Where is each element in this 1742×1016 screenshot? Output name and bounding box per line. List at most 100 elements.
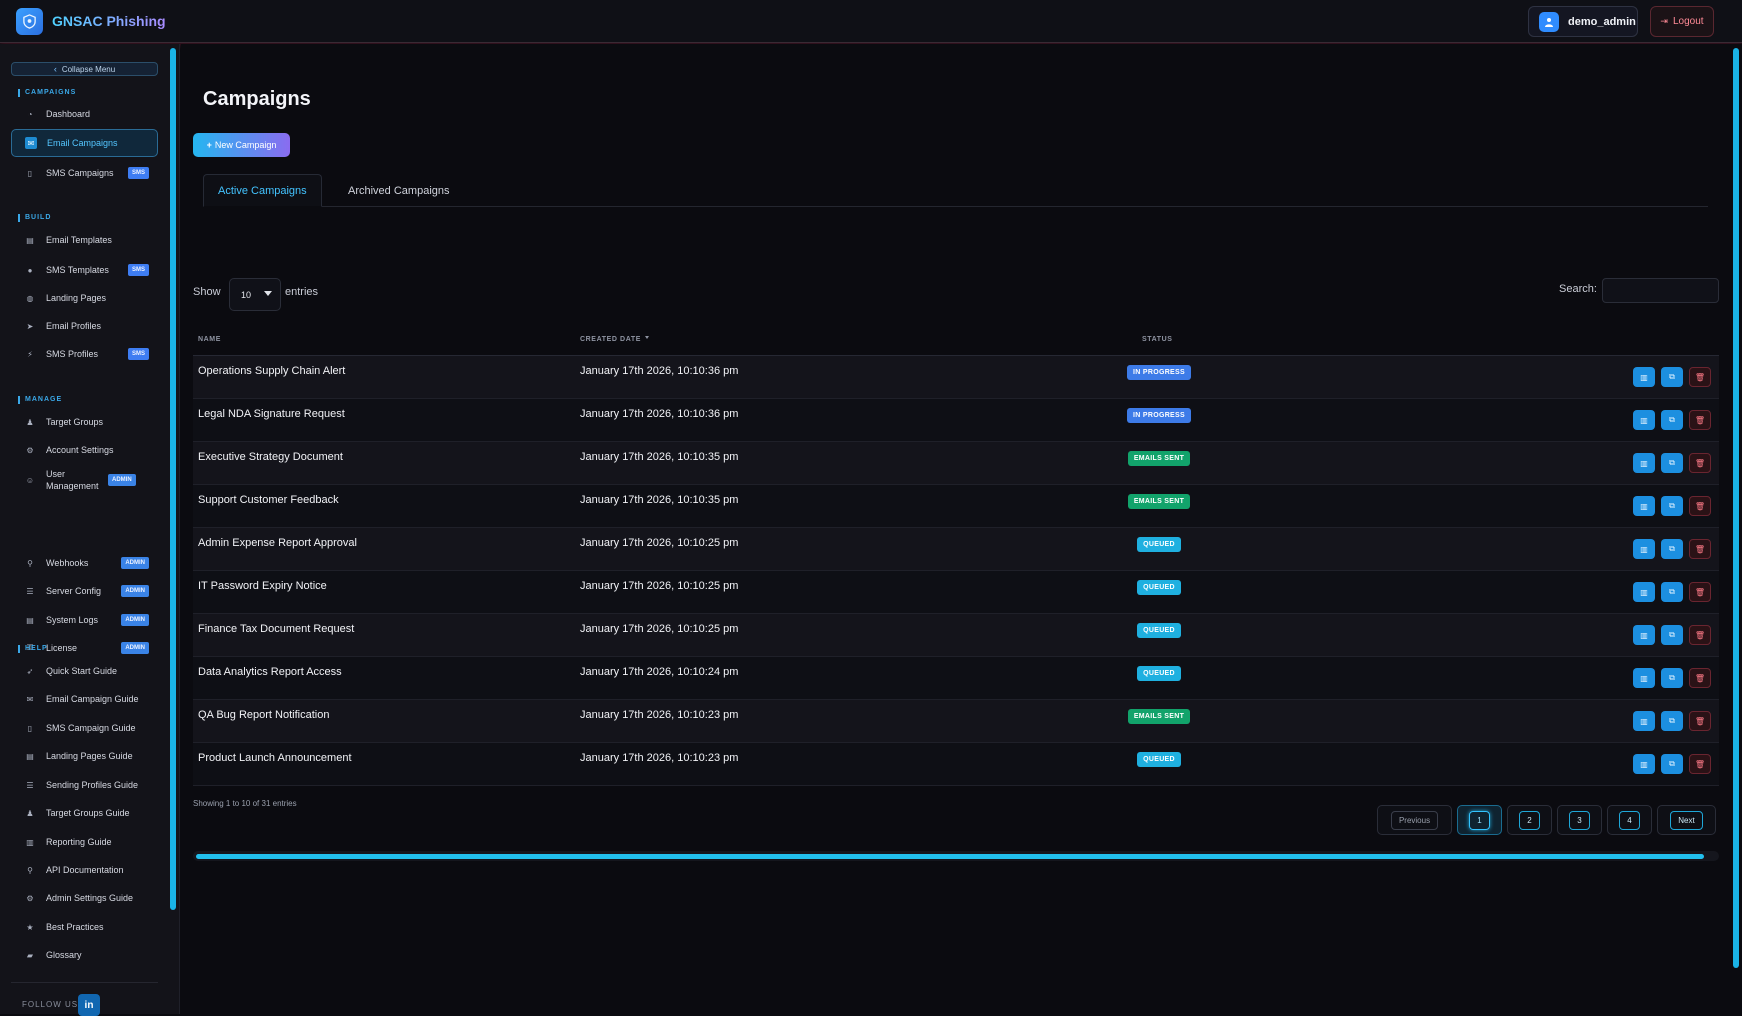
sidebar-item-user-management[interactable]: ☺ User Management ADMIN xyxy=(11,464,158,496)
copy-campaign-button[interactable]: ⧉ xyxy=(1661,625,1683,645)
delete-campaign-button[interactable]: 🗑 xyxy=(1689,453,1711,473)
campaign-name[interactable]: Product Launch Announcement xyxy=(198,752,352,764)
table-row: Operations Supply Chain Alert January 17t… xyxy=(193,356,1719,399)
campaign-name[interactable]: Legal NDA Signature Request xyxy=(198,408,345,420)
campaign-name[interactable]: Support Customer Feedback xyxy=(198,494,339,506)
sidebar-item-email-campaigns[interactable]: ✉ Email Campaigns xyxy=(11,129,158,157)
file-icon: ▤ xyxy=(26,235,34,245)
sidebar-item-best-practices[interactable]: ★ Best Practices xyxy=(11,913,158,941)
status-cell: EMAILS SENT xyxy=(1107,451,1211,466)
campaign-name[interactable]: QA Bug Report Notification xyxy=(198,709,329,721)
bar-chart-icon: ▥ xyxy=(1640,372,1648,382)
campaign-name[interactable]: Admin Expense Report Approval xyxy=(198,537,357,549)
gear-icon: ⚙ xyxy=(26,445,34,455)
sidebar-item-sms-campaigns[interactable]: ▯ SMS Campaigns SMS xyxy=(11,159,158,187)
sidebar-item-landing-pages-guide[interactable]: ▤ Landing Pages Guide xyxy=(11,742,158,770)
copy-campaign-button[interactable]: ⧉ xyxy=(1661,754,1683,774)
sidebar-item-target-groups[interactable]: ♟ Target Groups xyxy=(11,408,158,436)
pagination-next-button[interactable]: Next xyxy=(1657,805,1716,835)
table-row: IT Password Expiry Notice January 17th 20… xyxy=(193,571,1719,614)
view-results-button[interactable]: ▥ xyxy=(1633,453,1655,473)
table-horizontal-scrollbar[interactable] xyxy=(193,851,1719,861)
delete-campaign-button[interactable]: 🗑 xyxy=(1689,625,1711,645)
sidebar-item-sms-profiles[interactable]: ⚡ SMS Profiles SMS xyxy=(11,340,158,368)
entries-select[interactable]: 10 xyxy=(229,278,281,311)
view-results-button[interactable]: ▥ xyxy=(1633,582,1655,602)
view-results-button[interactable]: ▥ xyxy=(1633,754,1655,774)
user-menu-button[interactable]: demo_admin xyxy=(1528,6,1638,37)
column-header-status[interactable]: STATUS xyxy=(1142,336,1173,343)
copy-campaign-button[interactable]: ⧉ xyxy=(1661,582,1683,602)
sidebar-item-dashboard[interactable]: ◔ Dashboard xyxy=(11,100,158,128)
sidebar-item-system-logs[interactable]: ▤ System Logs ADMIN xyxy=(11,606,158,634)
sidebar-item-account-settings[interactable]: ⚙ Account Settings xyxy=(11,436,158,464)
status-badge: EMAILS SENT xyxy=(1127,709,1191,724)
sidebar-item-email-templates[interactable]: ▤ Email Templates xyxy=(11,226,158,254)
sidebar-item-api-documentation[interactable]: ⚲ API Documentation xyxy=(11,856,158,884)
brand[interactable]: GNSAC Phishing xyxy=(16,7,166,35)
table-row: Admin Expense Report Approval January 17t… xyxy=(193,528,1719,571)
view-results-button[interactable]: ▥ xyxy=(1633,539,1655,559)
copy-campaign-button[interactable]: ⧉ xyxy=(1661,453,1683,473)
pagination-page-2[interactable]: 2 xyxy=(1507,805,1552,835)
copy-campaign-button[interactable]: ⧉ xyxy=(1661,496,1683,516)
sidebar-item-glossary[interactable]: ▰ Glossary xyxy=(11,941,158,969)
view-results-button[interactable]: ▥ xyxy=(1633,668,1655,688)
campaign-name[interactable]: Finance Tax Document Request xyxy=(198,623,354,635)
copy-campaign-button[interactable]: ⧉ xyxy=(1661,367,1683,387)
delete-campaign-button[interactable]: 🗑 xyxy=(1689,496,1711,516)
view-results-button[interactable]: ▥ xyxy=(1633,625,1655,645)
delete-campaign-button[interactable]: 🗑 xyxy=(1689,539,1711,559)
delete-campaign-button[interactable]: 🗑 xyxy=(1689,711,1711,731)
campaign-name[interactable]: Executive Strategy Document xyxy=(198,451,343,463)
sidebar-item-sms-templates[interactable]: ● SMS Templates SMS xyxy=(11,256,158,284)
gear-icon: ⚙ xyxy=(26,893,34,903)
scrollbar-thumb[interactable] xyxy=(196,854,1704,859)
collapse-menu-button[interactable]: ‹ Collapse Menu xyxy=(11,62,158,76)
collapse-menu-label: Collapse Menu xyxy=(61,64,116,74)
pagination-previous-button[interactable]: Previous xyxy=(1377,805,1452,835)
pagination-page-3[interactable]: 3 xyxy=(1557,805,1602,835)
sidebar-item-email-profiles[interactable]: ➤ Email Profiles xyxy=(11,312,158,340)
delete-campaign-button[interactable]: 🗑 xyxy=(1689,410,1711,430)
sidebar-item-admin-settings-guide[interactable]: ⚙ Admin Settings Guide xyxy=(11,884,158,912)
view-results-button[interactable]: ▥ xyxy=(1633,711,1655,731)
tab-active-campaigns[interactable]: Active Campaigns xyxy=(203,174,322,207)
sidebar-item-quick-start-guide[interactable]: ➶ Quick Start Guide xyxy=(11,657,158,685)
view-results-button[interactable]: ▥ xyxy=(1633,496,1655,516)
campaign-name[interactable]: IT Password Expiry Notice xyxy=(198,580,327,592)
sidebar-item-target-groups-guide[interactable]: ♟ Target Groups Guide xyxy=(11,799,158,827)
sidebar-item-landing-pages[interactable]: ◍ Landing Pages xyxy=(11,284,158,312)
sidebar-item-email-campaign-guide[interactable]: ✉ Email Campaign Guide xyxy=(11,685,158,713)
pagination-page-1[interactable]: 1 xyxy=(1457,805,1502,835)
logout-button[interactable]: ⇥ Logout xyxy=(1650,6,1714,37)
sidebar-item-sending-profiles-guide[interactable]: ☰ Sending Profiles Guide xyxy=(11,771,158,799)
copy-campaign-button[interactable]: ⧉ xyxy=(1661,410,1683,430)
delete-campaign-button[interactable]: 🗑 xyxy=(1689,367,1711,387)
column-header-name[interactable]: NAME xyxy=(198,336,221,343)
copy-campaign-button[interactable]: ⧉ xyxy=(1661,711,1683,731)
linkedin-icon[interactable]: in xyxy=(78,994,100,1016)
sidebar-item-server-config[interactable]: ☰ Server Config ADMIN xyxy=(11,577,158,605)
broadcast-icon: ⚡ xyxy=(27,349,33,359)
view-results-button[interactable]: ▥ xyxy=(1633,410,1655,430)
new-campaign-button[interactable]: + New Campaign xyxy=(193,133,290,157)
view-results-button[interactable]: ▥ xyxy=(1633,367,1655,387)
campaign-name[interactable]: Operations Supply Chain Alert xyxy=(198,365,345,377)
sidebar-item-reporting-guide[interactable]: ▥ Reporting Guide xyxy=(11,828,158,856)
campaign-name[interactable]: Data Analytics Report Access xyxy=(198,666,342,678)
pagination-page-4[interactable]: 4 xyxy=(1607,805,1652,835)
delete-campaign-button[interactable]: 🗑 xyxy=(1689,754,1711,774)
sidebar-item-webhooks[interactable]: ⚲ Webhooks ADMIN xyxy=(11,549,158,577)
search-input[interactable] xyxy=(1602,278,1719,303)
copy-campaign-button[interactable]: ⧉ xyxy=(1661,539,1683,559)
tab-archived-campaigns[interactable]: Archived Campaigns xyxy=(334,174,464,207)
delete-campaign-button[interactable]: 🗑 xyxy=(1689,668,1711,688)
sidebar-scrollbar[interactable] xyxy=(170,48,176,910)
column-header-created-date[interactable]: CREATED DATE xyxy=(580,336,649,343)
delete-campaign-button[interactable]: 🗑 xyxy=(1689,582,1711,602)
user-cog-icon: ☺ xyxy=(25,475,35,485)
sidebar-item-sms-campaign-guide[interactable]: ▯ SMS Campaign Guide xyxy=(11,714,158,742)
copy-campaign-button[interactable]: ⧉ xyxy=(1661,668,1683,688)
page-scrollbar[interactable] xyxy=(1733,48,1739,968)
